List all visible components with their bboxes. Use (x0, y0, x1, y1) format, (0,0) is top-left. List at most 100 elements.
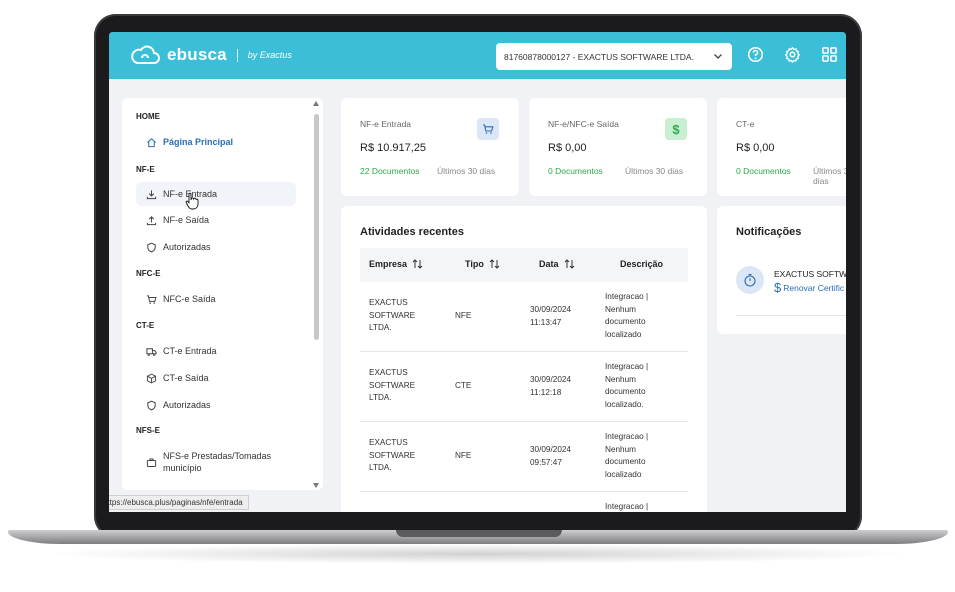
stat-docs[interactable]: 0 Documentos (736, 166, 791, 176)
stat-docs[interactable]: 22 Documentos (360, 166, 420, 176)
stat-card-nfe-nfce-saida[interactable]: NF-e/NFC-e Saída $ R$ 0,00 0 Documentos … (529, 98, 707, 196)
stat-docs[interactable]: 0 Documentos (548, 166, 603, 176)
sidebar-item-cte-autorizadas[interactable]: Autorizadas (136, 393, 296, 417)
cell-tipo: NFE (455, 311, 472, 320)
column-header-label: Data (539, 259, 559, 269)
hand-pointer-cursor-icon (185, 192, 199, 210)
sidebar-item-cte-saida[interactable]: CT-e Saída (136, 366, 296, 390)
package-icon (146, 373, 157, 383)
cell-line: documento (605, 317, 646, 326)
settings-gear-icon[interactable] (784, 46, 801, 63)
sidebar-section-nfe: NF-E (136, 165, 155, 174)
laptop-shadow (40, 544, 915, 564)
sidebar-item-label-line: município (163, 463, 202, 473)
cell-line: LTDA. (369, 323, 392, 332)
cell-empresa: EXACTUS SOFTWARE LTDA. (369, 437, 415, 475)
column-header-label: Tipo (465, 259, 484, 269)
sidebar-item-nfce-saida[interactable]: NFC-e Saída (136, 287, 296, 311)
apps-grid-icon[interactable] (821, 46, 838, 63)
stat-title: NF-e Entrada (360, 119, 412, 129)
table-row[interactable]: Integracao | (360, 492, 688, 512)
cell-data: 30/09/2024 09:57:47 (530, 444, 571, 469)
cell-line: localizado (605, 329, 642, 339)
cell-line: localizado. (605, 399, 644, 409)
cell-line: 11:12:18 (530, 387, 562, 397)
sidebar-item-nfe-autorizadas[interactable]: Autorizadas (136, 235, 296, 259)
table-row[interactable]: EXACTUS SOFTWARE LTDA. NFE 30/09/2024 11… (360, 282, 688, 352)
cell-line: SOFTWARE (369, 310, 416, 320)
cart-icon (477, 118, 499, 140)
brand-divider (236, 48, 238, 62)
sidebar-item-label: CT-e Saída (163, 373, 209, 383)
brand-name: ebusca (167, 45, 227, 64)
sidebar-item-nfse-prestadas[interactable]: NFS-e Prestadas/Tomadas município (136, 445, 296, 479)
chevron-down-icon (714, 54, 722, 59)
sidebar-item-label: NFS-e Prestadas/Tomadas município (163, 450, 271, 474)
shield-icon (147, 242, 156, 252)
column-header-data[interactable]: Data (539, 259, 575, 269)
briefcase-icon (146, 458, 157, 467)
stat-value: R$ 0,00 (548, 142, 587, 154)
sidebar-item-label-line: NFS-e Prestadas/Tomadas (163, 451, 272, 461)
stat-value: R$ 10.917,25 (360, 142, 427, 154)
sidebar-nav: HOME Página Principal NF-E NF-e Entrada … (122, 98, 323, 490)
truck-icon (146, 347, 157, 356)
cell-line: Nenhum (605, 444, 636, 454)
sidebar-item-label: Página Principal (163, 137, 234, 147)
renew-certificate-link[interactable]: $ Renovar Certific (774, 280, 844, 295)
sidebar-item-label: NFC-e Saída (163, 294, 216, 304)
top-bar: ebusca by Exactus 81760878000127 - EXACT… (109, 32, 846, 79)
notification-item[interactable]: EXACTUS SOFTWARE $ Renovar Certific (736, 266, 846, 300)
activities-title: Atividades recentes (360, 226, 464, 238)
scroll-up-arrow-icon[interactable] (313, 101, 319, 106)
help-icon[interactable] (747, 46, 764, 63)
download-icon (146, 189, 157, 199)
sidebar-item-nfe-entrada[interactable]: NF-e Entrada (136, 182, 296, 206)
shield-icon (147, 400, 156, 410)
sidebar-item-nfe-saida[interactable]: NF-e Saída (136, 208, 296, 232)
sidebar-scrollbar-thumb[interactable] (314, 114, 319, 340)
sidebar-item-label: NF-e Saída (163, 215, 210, 225)
brand-logo[interactable]: ebusca by Exactus (129, 44, 292, 66)
stat-period: Últimos 30 dias (625, 166, 684, 176)
stat-period: Últimos 30 dias (813, 166, 846, 186)
cloud-logo-icon (131, 45, 160, 64)
cell-tipo: NFE (455, 451, 472, 460)
cell-line: Integracao | (605, 502, 649, 511)
stopwatch-icon (736, 266, 764, 294)
home-icon (147, 137, 156, 147)
scroll-down-arrow-icon[interactable] (313, 483, 319, 488)
dollar-icon: $ (665, 118, 687, 140)
column-header-tipo[interactable]: Tipo (465, 259, 500, 269)
sidebar-item-label: Autorizadas (163, 400, 211, 410)
cell-empresa: EXACTUS SOFTWARE LTDA. (369, 367, 415, 405)
sidebar-item-cte-entrada[interactable]: CT-e Entrada (136, 339, 296, 363)
cell-line: EXACTUS (369, 368, 408, 377)
sidebar-item-label: Autorizadas (163, 242, 211, 252)
stat-card-nfe-entrada[interactable]: NF-e Entrada R$ 10.917,25 22 Documentos … (341, 98, 519, 196)
column-header-empresa[interactable]: Empresa (369, 259, 423, 269)
table-row[interactable]: EXACTUS SOFTWARE LTDA. CTE 30/09/2024 11… (360, 352, 688, 422)
stat-card-cte[interactable]: CT-e R$ 0,00 0 Documentos Últimos 30 dia… (717, 98, 846, 196)
table-row[interactable]: EXACTUS SOFTWARE LTDA. NFE 30/09/2024 09… (360, 422, 688, 492)
company-select[interactable]: 81760878000127 - EXACTUS SOFTWARE LTDA. (496, 43, 732, 70)
dollar-icon: $ (774, 280, 782, 295)
sidebar-item-pagina-principal[interactable]: Página Principal (136, 130, 296, 154)
column-header-label: Descrição (620, 259, 664, 269)
column-header-descricao: Descrição (620, 259, 663, 269)
cell-line: SOFTWARE (369, 380, 416, 390)
stat-value: R$ 0,00 (736, 142, 775, 154)
cell-tipo: CTE (455, 381, 472, 390)
sort-icon (412, 259, 423, 269)
notification-divider (736, 315, 846, 316)
cell-line: LTDA. (369, 463, 392, 472)
sidebar-section-cte: CT-E (136, 321, 155, 330)
sidebar-section-nfse: NFS-E (136, 426, 160, 435)
notifications-title: Notificações (736, 226, 802, 238)
cell-data: 30/09/2024 11:12:18 (530, 374, 571, 399)
cart-icon (146, 294, 157, 304)
sidebar-section-home: HOME (136, 112, 160, 121)
upload-icon (146, 215, 157, 225)
status-bar-url: https://ebusca.plus/paginas/nfe/entrada (109, 495, 249, 510)
cell-descricao: Integracao | (605, 501, 648, 512)
